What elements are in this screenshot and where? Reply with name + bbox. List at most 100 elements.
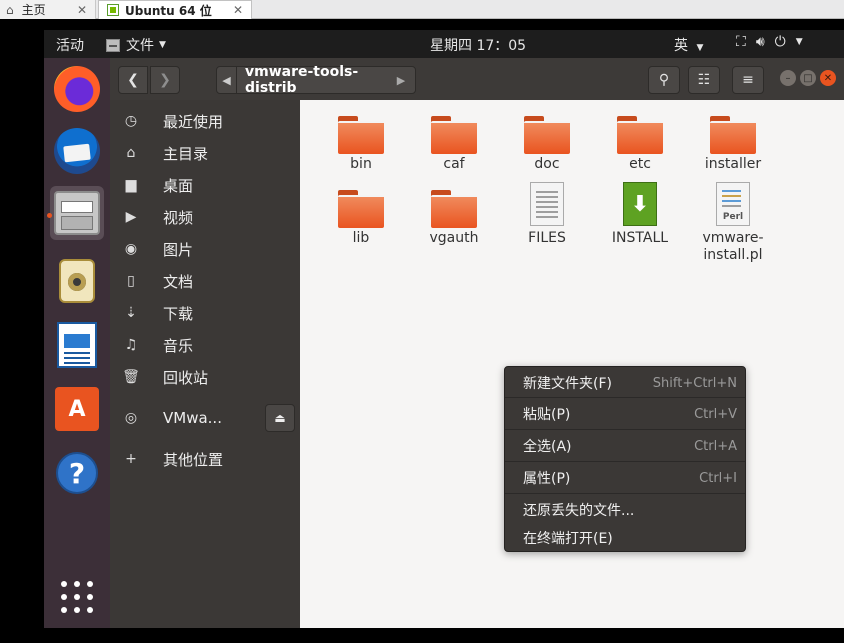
minimize-icon: – (785, 72, 791, 84)
folder-icon (710, 116, 756, 154)
search-icon: ⚲ (658, 72, 670, 88)
search-button[interactable]: ⚲ (648, 66, 680, 94)
sidebar-item-desktop[interactable]: ▆ 桌面 (110, 170, 300, 200)
menu-item-paste[interactable]: 粘贴(P) Ctrl+V (505, 399, 745, 429)
menu-separator (505, 493, 745, 494)
maximize-button[interactable]: □ (800, 70, 816, 86)
file-cabinet-icon (106, 38, 120, 52)
thunderbird-icon (54, 128, 100, 174)
download-icon: ⇣ (125, 305, 137, 321)
menu-separator (505, 397, 745, 398)
file-name: bin (350, 156, 372, 172)
rhythmbox-icon (59, 259, 95, 303)
menu-item-open-terminal[interactable]: 在终端打开(E) (505, 523, 745, 553)
close-icon[interactable]: ✕ (77, 3, 87, 17)
menu-separator (505, 429, 745, 430)
dock-writer[interactable] (50, 318, 104, 372)
sidebar-item-label: 文档 (163, 272, 194, 291)
folder-icon: ▆ (125, 177, 137, 193)
sidebar-item-music[interactable]: ♫ 音乐 (110, 330, 300, 360)
sidebar-item-label: 桌面 (163, 176, 194, 195)
caret-down-icon: ▼ (696, 43, 704, 53)
dock-help[interactable]: ? (50, 446, 104, 500)
folder-icon (617, 116, 663, 154)
host-tab-home[interactable]: ⌂ 主页 ✕ (0, 0, 96, 19)
vm-icon (107, 4, 119, 16)
show-applications-button[interactable] (50, 570, 104, 624)
volume-icon: 🔊︎ (755, 34, 765, 50)
back-button[interactable]: ❮ (118, 66, 148, 94)
file-item-vmware-install[interactable]: Perl vmware- install.pl (690, 182, 776, 264)
file-item-etc[interactable]: etc (597, 116, 683, 173)
dock: A ? (44, 58, 110, 628)
app-menu-button[interactable]: 文件 ▼ (106, 35, 166, 55)
menu-item-properties[interactable]: 属性(P) Ctrl+I (505, 463, 745, 493)
sidebar-item-documents[interactable]: ▯ 文档 (110, 266, 300, 296)
sidebar-item-label: 下载 (163, 304, 194, 323)
menu-item-shortcut: Ctrl+V (694, 406, 737, 422)
menu-item-label: 新建文件夹(F) (523, 376, 612, 392)
video-icon: ▶ (125, 209, 137, 225)
sidebar-item-label: 主目录 (163, 144, 209, 163)
menu-item-shortcut: Ctrl+A (694, 438, 737, 454)
sidebar-item-other-locations[interactable]: + 其他位置 (110, 444, 300, 474)
close-icon: ✕ (823, 72, 833, 84)
sidebar-item-home[interactable]: ⌂ 主目录 (110, 138, 300, 168)
folder-icon (431, 190, 477, 228)
document-icon: ▯ (127, 273, 135, 289)
file-name: vgauth (429, 230, 479, 246)
dock-rhythmbox[interactable] (50, 254, 104, 308)
menu-item-new-folder[interactable]: 新建文件夹(F) Shift+Ctrl+N (505, 368, 745, 398)
input-method-button[interactable]: 英 ▼ (674, 35, 703, 55)
dock-software[interactable]: A (50, 382, 104, 436)
caret-down-icon: ▼ (795, 37, 803, 47)
forward-button[interactable]: ❯ (150, 66, 180, 94)
dock-firefox[interactable] (50, 62, 104, 116)
file-name: installer (704, 156, 762, 172)
file-item-doc[interactable]: doc (504, 116, 590, 173)
files-icon (54, 191, 100, 235)
file-item-install[interactable]: ⬇ INSTALL (597, 182, 683, 247)
path-scroll-right[interactable]: ▶ (392, 66, 410, 94)
menu-item-shortcut: Ctrl+I (699, 470, 737, 486)
dock-files[interactable] (50, 186, 104, 240)
path-bar-current[interactable]: ◀ vmware-tools-distrib (216, 64, 416, 96)
menu-item-label: 在终端打开(E) (523, 531, 613, 547)
host-tab-vm[interactable]: Ubuntu 64 位 ✕ (98, 0, 252, 19)
sidebar-item-recent[interactable]: ◷ 最近使用 (110, 106, 300, 136)
clock[interactable]: 星期四 17：05 (430, 35, 526, 55)
status-menu[interactable]: ⛶ 🔊︎ ⏻ ▼ (736, 34, 803, 50)
network-icon: ⛶ (736, 34, 746, 50)
close-icon[interactable]: ✕ (233, 3, 243, 17)
file-item-caf[interactable]: caf (411, 116, 497, 173)
dock-thunderbird[interactable] (50, 124, 104, 178)
menu-item-restore-missing[interactable]: 还原丢失的文件... (505, 495, 745, 525)
file-name: INSTALL (611, 230, 669, 246)
file-item-lib[interactable]: lib (318, 190, 404, 247)
file-name: caf (443, 156, 465, 172)
close-button[interactable]: ✕ (820, 70, 836, 86)
activities-button[interactable]: 活动 (56, 35, 84, 55)
folder-icon (338, 116, 384, 154)
chevron-left-icon[interactable]: ◀ (217, 67, 237, 93)
text-file-icon (530, 182, 564, 226)
file-item-installer[interactable]: installer (690, 116, 776, 173)
help-icon: ? (56, 452, 98, 494)
sidebar-item-trash[interactable]: 🗑︎ 回收站 (110, 362, 300, 392)
file-item-files[interactable]: FILES (504, 182, 590, 247)
file-item-bin[interactable]: bin (318, 116, 404, 173)
file-item-vgauth[interactable]: vgauth (411, 190, 497, 247)
app-menu-label: 文件 (126, 38, 154, 54)
sidebar-item-label: 视频 (163, 208, 194, 227)
menu-item-label: 属性(P) (523, 471, 571, 487)
eject-button[interactable]: ⏏ (265, 404, 295, 432)
perl-icon-label: Perl (722, 212, 744, 222)
music-icon: ♫ (124, 337, 138, 353)
minimize-button[interactable]: – (780, 70, 796, 86)
sidebar-item-videos[interactable]: ▶ 视频 (110, 202, 300, 232)
menu-button[interactable]: ≡ (732, 66, 764, 94)
sidebar-item-pictures[interactable]: ◉ 图片 (110, 234, 300, 264)
sidebar-item-downloads[interactable]: ⇣ 下载 (110, 298, 300, 328)
menu-item-select-all[interactable]: 全选(A) Ctrl+A (505, 431, 745, 461)
view-toggle-button[interactable]: ☷ (688, 66, 720, 94)
